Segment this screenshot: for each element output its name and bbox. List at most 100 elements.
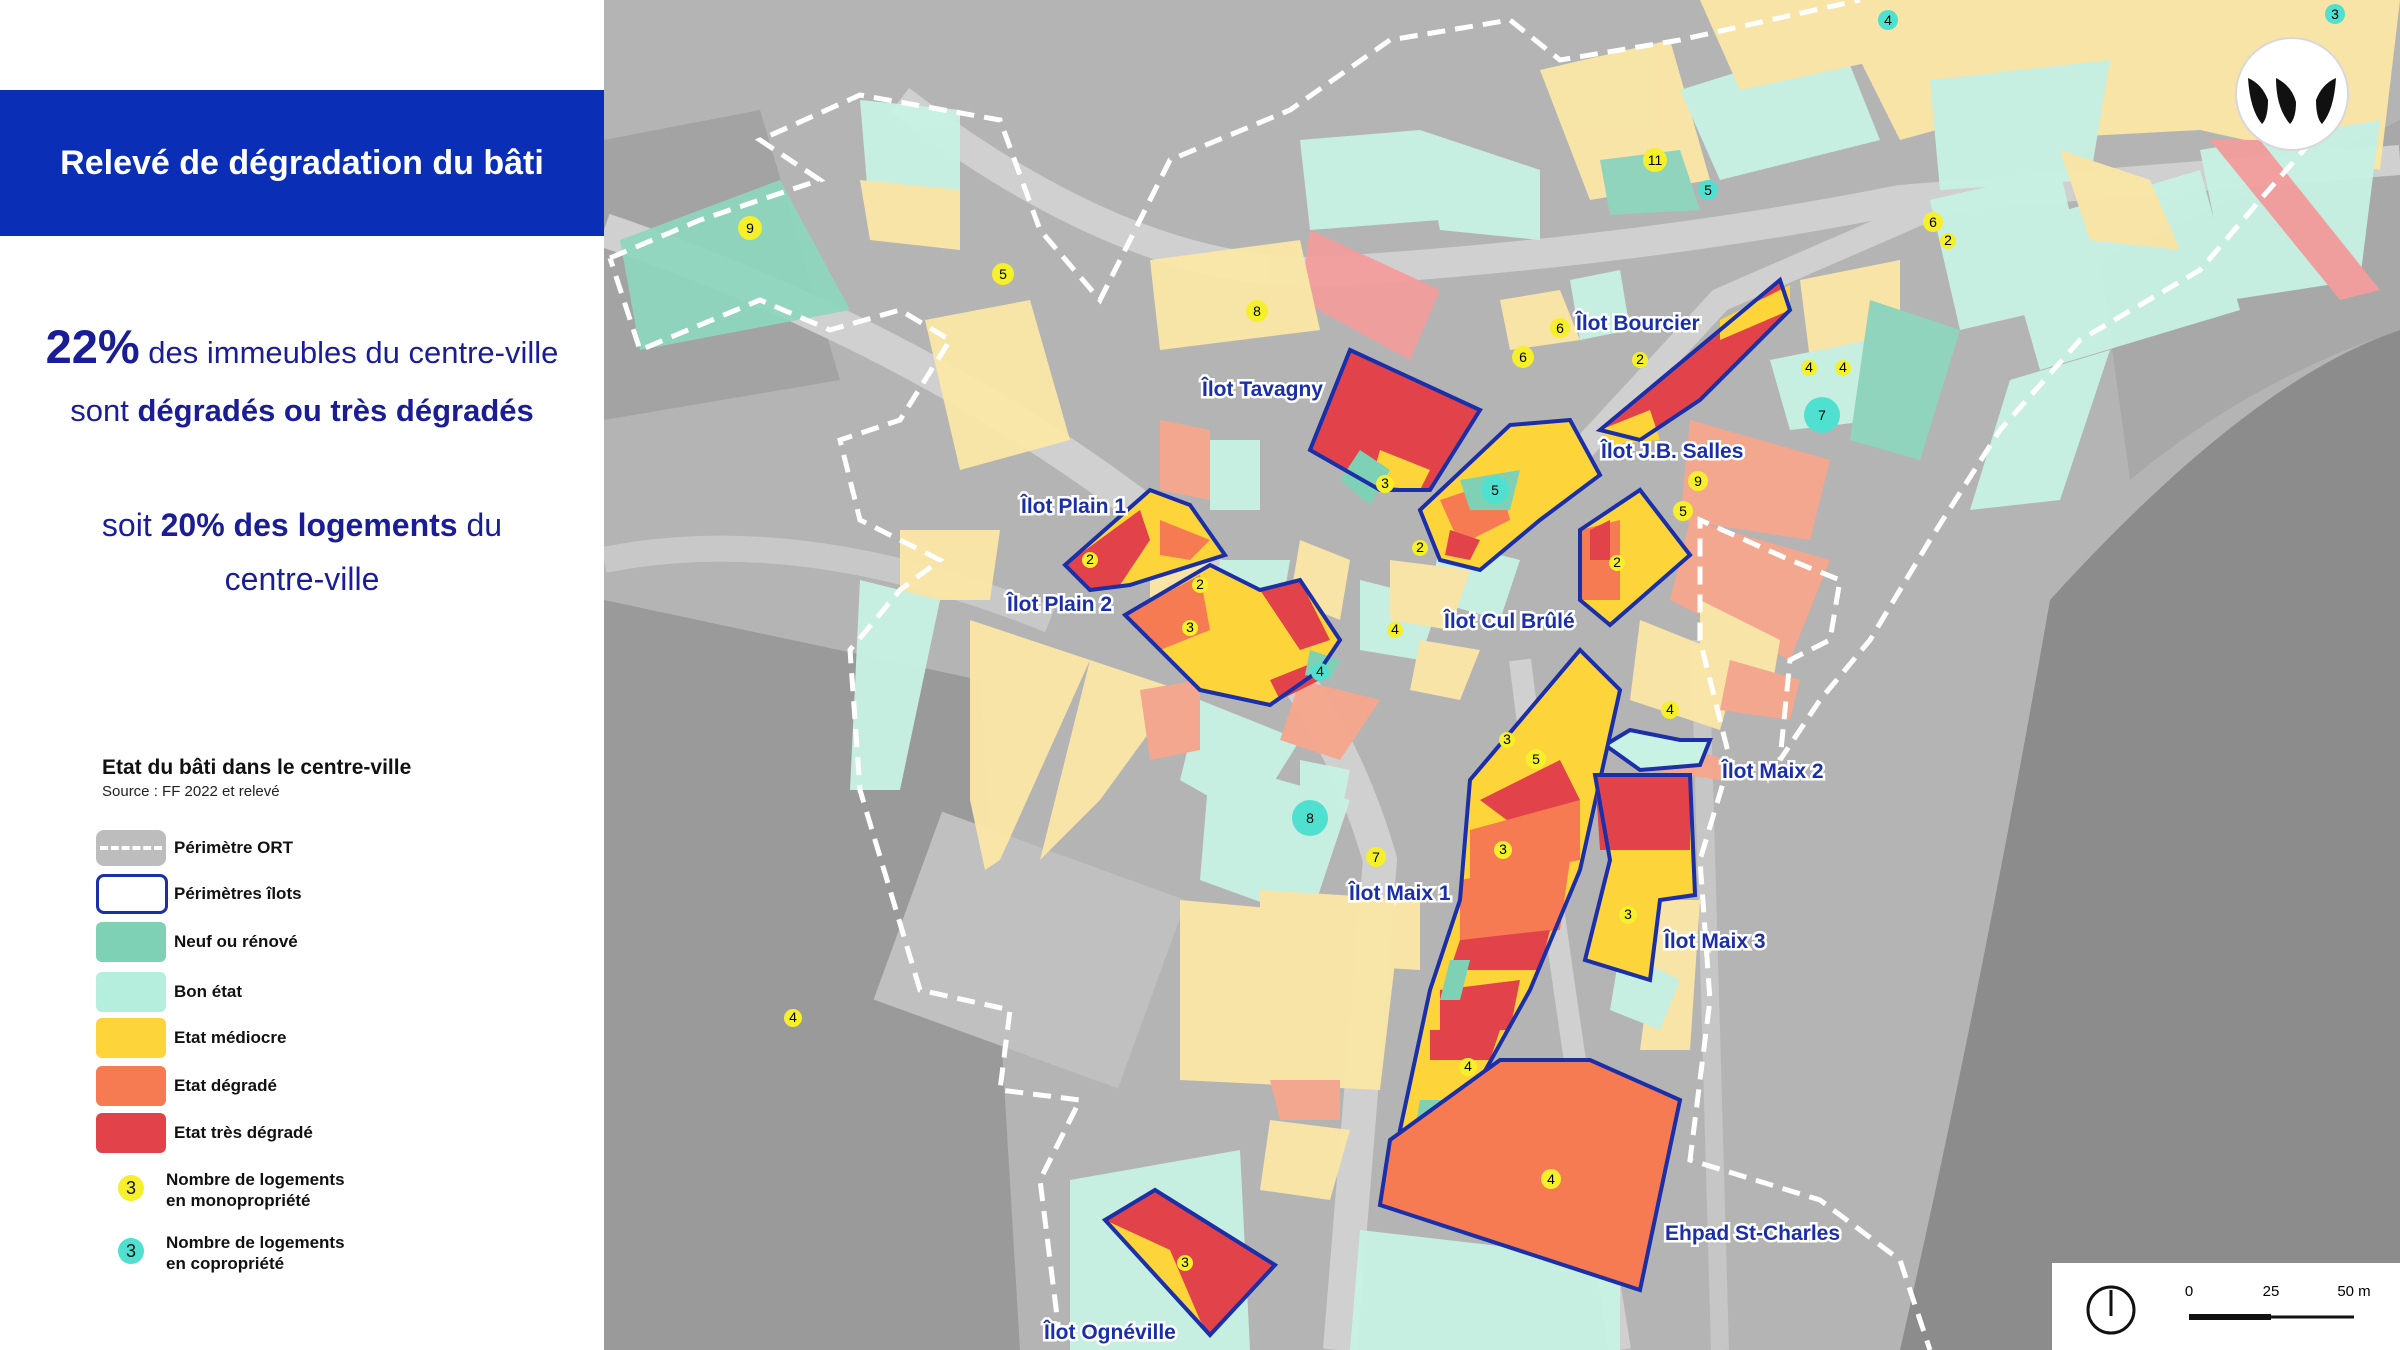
legend-label: Périmètre ORT <box>174 838 294 857</box>
svg-text:5: 5 <box>1532 751 1540 767</box>
scale-label-0: 0 <box>2185 1283 2193 1300</box>
ilot-perimeter-swatch <box>96 874 168 914</box>
svg-text:3: 3 <box>1503 731 1511 747</box>
legend-item-very-degraded: Etat très dégradé <box>96 1113 313 1153</box>
brand-logo-icon <box>2235 37 2349 151</box>
legend-item-new: Neuf ou rénové <box>96 922 298 962</box>
mediocre-swatch <box>96 1018 166 1058</box>
svg-text:2: 2 <box>1613 554 1621 570</box>
stat-line2-pre: sont <box>70 393 138 428</box>
svg-text:2: 2 <box>1416 539 1424 555</box>
degraded-swatch <box>96 1066 166 1106</box>
legend-source: Source : FF 2022 et relevé <box>102 783 280 800</box>
legend-item-mediocre: Etat médiocre <box>96 1018 286 1058</box>
legend-copro-line1: Nombre de logements <box>166 1233 345 1252</box>
ilot-label-maix-1: Îlot Maix 1 <box>1348 881 1451 905</box>
stat-line4: centre-ville <box>224 561 380 597</box>
svg-text:2: 2 <box>1196 576 1204 592</box>
legend-label: Etat médiocre <box>174 1028 287 1047</box>
stat-line1: des immeubles du centre-ville <box>139 335 559 370</box>
svg-text:4: 4 <box>1666 701 1674 717</box>
sidebar: Relevé de dégradation du bâti 22% des im… <box>0 0 604 1350</box>
svg-text:5: 5 <box>1679 503 1687 519</box>
stat-buildings: 22% des immeubles du centre-ville sont d… <box>0 318 604 440</box>
svg-text:9: 9 <box>1694 473 1702 489</box>
legend-item-ilots: Périmètres îlots <box>96 874 302 914</box>
svg-text:2: 2 <box>1636 351 1644 367</box>
page-title: Relevé de dégradation du bâti <box>60 143 544 182</box>
legend-label: Etat très dégradé <box>174 1123 313 1142</box>
svg-text:3: 3 <box>1186 619 1194 635</box>
copro-dot-icon: 3 <box>118 1238 144 1264</box>
svg-text:4: 4 <box>1464 1058 1472 1074</box>
legend-mono-line2: en monopropriété <box>166 1191 311 1210</box>
stat-line2-bold: dégradés ou très dégradés <box>137 393 534 428</box>
svg-text:6: 6 <box>1556 320 1564 336</box>
legend-copro-label: Nombre de logements en copropriété <box>166 1232 345 1274</box>
scale-box: 0 25 50 m <box>2052 1263 2400 1350</box>
ilot-label-ogneville: Îlot Ognéville <box>1043 1320 1176 1344</box>
svg-text:9: 9 <box>746 220 754 236</box>
ilot-label-ehpad: Ehpad St-Charles <box>1665 1222 1840 1245</box>
svg-text:6: 6 <box>1929 214 1937 230</box>
ilot-label-bourcier: Îlot Bourcier <box>1575 311 1700 335</box>
ilot-label-plain-2: Îlot Plain 2 <box>1006 592 1112 616</box>
ilot-label-jb-salles: Îlot J.B. Salles <box>1600 439 1743 463</box>
svg-text:8: 8 <box>1306 810 1314 826</box>
ilot-label-tavagny: Îlot Tavagny <box>1201 377 1323 401</box>
svg-text:4: 4 <box>1805 359 1813 375</box>
mono-dot-icon: 3 <box>118 1175 144 1201</box>
stat-housing: soit 20% des logements du centre-ville <box>0 498 604 606</box>
stat-line3-pre: soit <box>101 507 161 543</box>
svg-text:3: 3 <box>1181 1254 1189 1270</box>
svg-text:4: 4 <box>1839 359 1847 375</box>
legend-mono-line1: Nombre de logements <box>166 1170 345 1189</box>
legend-copro-line2: en copropriété <box>166 1254 285 1273</box>
very-degraded-swatch <box>96 1113 166 1153</box>
svg-text:7: 7 <box>1372 849 1380 865</box>
svg-text:5: 5 <box>999 266 1007 282</box>
ilot-label-maix-2: Îlot Maix 2 <box>1721 759 1824 783</box>
svg-text:5: 5 <box>1491 482 1499 498</box>
legend-title: Etat du bâti dans le centre-ville <box>102 756 412 779</box>
legend-label: Neuf ou rénové <box>174 932 298 951</box>
svg-text:4: 4 <box>1884 12 1892 28</box>
svg-text:7: 7 <box>1818 407 1826 423</box>
ilot-label-cul-brule: Îlot Cul Brûlé <box>1443 609 1575 633</box>
good-swatch <box>96 972 166 1012</box>
svg-text:4: 4 <box>1391 621 1399 637</box>
svg-text:3: 3 <box>1499 841 1507 857</box>
ilot-label-maix-3: Îlot Maix 3 <box>1663 929 1766 953</box>
legend-item-degraded: Etat dégradé <box>96 1066 277 1106</box>
legend-item-mono: 3 Nombre de logements en monopropriété <box>118 1170 345 1210</box>
scale-label-50: 50 m <box>2337 1283 2370 1300</box>
legend-label: Périmètres îlots <box>174 884 302 903</box>
svg-text:3: 3 <box>1624 906 1632 922</box>
svg-text:2: 2 <box>1086 551 1094 567</box>
map[interactable]: 9 5 8 6 6 11 5 6 7 5 9 5 8 7 5 4 4 3 4 4… <box>604 0 2400 1350</box>
stat-line3-post: du <box>457 507 503 543</box>
new-swatch <box>96 922 166 962</box>
ort-perimeter-swatch <box>96 830 166 866</box>
ilot-label-plain-1: Îlot Plain 1 <box>1020 494 1126 518</box>
legend-item-copro: 3 Nombre de logements en copropriété <box>118 1233 345 1273</box>
scale-label-25: 25 <box>2263 1283 2280 1300</box>
svg-text:4: 4 <box>1316 663 1324 679</box>
legend-label: Etat dégradé <box>174 1076 277 1095</box>
stat-line3-bold: 20% des logements <box>160 507 458 543</box>
stat-percent-buildings: 22% <box>45 320 140 373</box>
legend-mono-label: Nombre de logements en monopropriété <box>166 1169 345 1211</box>
svg-text:4: 4 <box>1547 1171 1555 1187</box>
svg-text:8: 8 <box>1253 303 1261 319</box>
svg-text:3: 3 <box>2331 6 2339 22</box>
title-band: Relevé de dégradation du bâti <box>0 90 604 236</box>
legend-item-good: Bon état <box>96 972 242 1012</box>
svg-text:4: 4 <box>789 1009 797 1025</box>
legend-item-ort: Périmètre ORT <box>96 828 293 868</box>
legend-label: Bon état <box>174 982 242 1001</box>
svg-text:11: 11 <box>1648 152 1663 168</box>
svg-text:5: 5 <box>1704 182 1712 198</box>
svg-text:2: 2 <box>1944 232 1952 248</box>
svg-text:3: 3 <box>1381 475 1389 491</box>
svg-text:6: 6 <box>1519 349 1527 365</box>
